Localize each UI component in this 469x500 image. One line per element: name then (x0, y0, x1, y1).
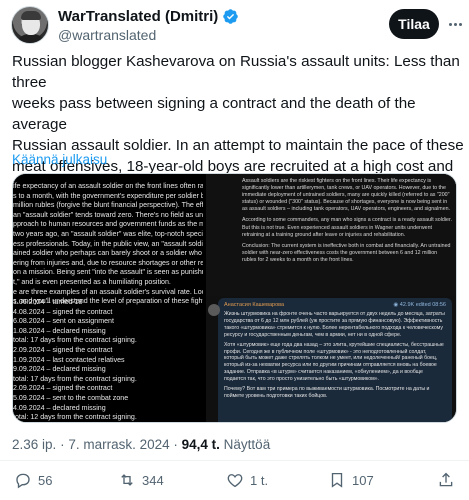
action-bar: 56 344 1 t. 107 (0, 461, 469, 500)
heart-icon (227, 474, 243, 488)
left-line: e are three examples of an assault soldi… (13, 287, 203, 296)
timeline-line: 9.09.2024 – declared missing (13, 365, 106, 374)
tweet-date[interactable]: 7. marrask. 2024 (68, 437, 169, 452)
share-button[interactable] (437, 471, 455, 489)
reply-count: 56 (38, 472, 53, 488)
left-line: pproach to human resources and governmen… (13, 220, 203, 229)
tweet-header: WarTranslated (Dmitri) @wartranslated Ti… (0, 0, 469, 48)
reply-button[interactable]: 56 (14, 471, 52, 489)
chat-meta: ◉ 42.9K edited 08:56 (393, 302, 446, 308)
verified-badge-icon (223, 9, 239, 24)
repost-icon (121, 474, 133, 486)
left-line: million rubles (forgive the blunt financ… (13, 201, 203, 210)
author-handle[interactable]: @wartranslated (58, 27, 156, 43)
chat-avatar (208, 304, 220, 316)
left-line: ering from injuries and, due to resource… (13, 258, 203, 267)
timeline-line: 1.06.2024 – turned 18 (13, 298, 83, 306)
bookmark-button[interactable]: 107 (328, 471, 374, 489)
author-name-row[interactable]: WarTranslated (Dmitri) (58, 8, 239, 25)
like-count: 1 t. (250, 472, 269, 488)
avatar[interactable] (11, 6, 49, 44)
author-display-name[interactable]: WarTranslated (Dmitri) (58, 8, 218, 25)
chat-paragraph: Почему? Вот вам три примера по выживаемо… (224, 386, 430, 399)
right-paragraph: Assault soldiers are the riskiest fighte… (242, 178, 451, 213)
translate-link[interactable]: Käännä julkaisu (12, 152, 107, 167)
tweet-time[interactable]: 2.36 ip. (12, 437, 56, 452)
more-options-icon[interactable] (445, 16, 465, 32)
repost-button[interactable]: 344 (118, 471, 164, 489)
right-translation-block: Assault soldiers are the riskiest fighte… (206, 174, 456, 296)
left-timeline: 1.06.2024 – turned 18 4.08.2024 – signed… (13, 298, 137, 422)
media-gallery[interactable]: ife expectancy of an assault soldier on … (12, 173, 457, 423)
media-image-left[interactable]: ife expectancy of an assault soldier on … (13, 174, 203, 422)
timeline-line: 6.08.2024 – sent on assignment (13, 317, 114, 326)
like-button[interactable]: 1 t. (226, 471, 268, 489)
timeline-line: 1.09.2024 – last contacted relatives (13, 355, 125, 364)
timeline-line: 4.09.2024 – declared missing (13, 403, 106, 412)
chat-paragraph: Хотя «штурмовик» еще года два назад – эт… (224, 341, 444, 383)
left-line: ess professionals. Today, in the public … (13, 239, 203, 248)
reply-icon (16, 473, 30, 489)
bookmark-count: 107 (352, 472, 374, 488)
left-line: an "assault soldier" tends toward zero. … (13, 210, 203, 219)
timeline-line: total: 17 days from the contract signing… (13, 374, 137, 383)
left-line: on a mission. Being sent "into the assau… (13, 268, 203, 277)
bookmark-icon (331, 472, 343, 488)
telegram-message: Анастасия Кашеварова ◉ 42.9K edited 08:5… (208, 298, 452, 422)
right-paragraph: Conclusion: The current system is ineffe… (242, 242, 451, 263)
left-paragraph: ife expectancy of an assault soldier on … (13, 182, 203, 307)
left-line: s to a month, with the government's expe… (13, 191, 203, 200)
timeline-line: 2.09.2024 – signed the contract (13, 345, 113, 354)
left-line: two years ago, an "assault soldier" was … (13, 229, 203, 238)
repost-count: 344 (142, 472, 164, 488)
views-label: Näyttöä (223, 437, 271, 452)
share-icon (439, 472, 453, 487)
left-line: t," and is even presented as a humiliati… (13, 277, 171, 286)
follow-button[interactable]: Tilaa (389, 9, 439, 39)
timeline-line: 5.09.2024 – sent to the combat zone (13, 393, 129, 402)
timeline-line: total: 12 days from the contract signing… (13, 413, 137, 422)
media-image-right[interactable]: Assault soldiers are the riskiest fighte… (206, 174, 456, 422)
timeline-line: 2.09.2024 – signed the contract (13, 384, 113, 393)
chat-paragraph: Жизнь штурмовика на фронте очень часто в… (224, 311, 445, 338)
views-count: 94,4 t. (181, 437, 220, 452)
left-line: ife expectancy of an assault soldier on … (13, 182, 203, 190)
timeline-line: total: 17 days from the contract signing… (13, 336, 137, 345)
left-line: ained soldier who perhaps can barely sho… (13, 249, 203, 258)
tweet-meta: 2.36 ip. · 7. marrask. 2024 · 94,4 t. Nä… (12, 437, 271, 452)
timeline-line: 1.08.2024 – declared missing (13, 326, 106, 335)
timeline-line: 4.08.2024 – signed the contract (13, 307, 113, 316)
right-paragraph: According to some commanders, any man wh… (242, 217, 452, 238)
chat-sender: Анастасия Кашеварова (224, 302, 285, 308)
